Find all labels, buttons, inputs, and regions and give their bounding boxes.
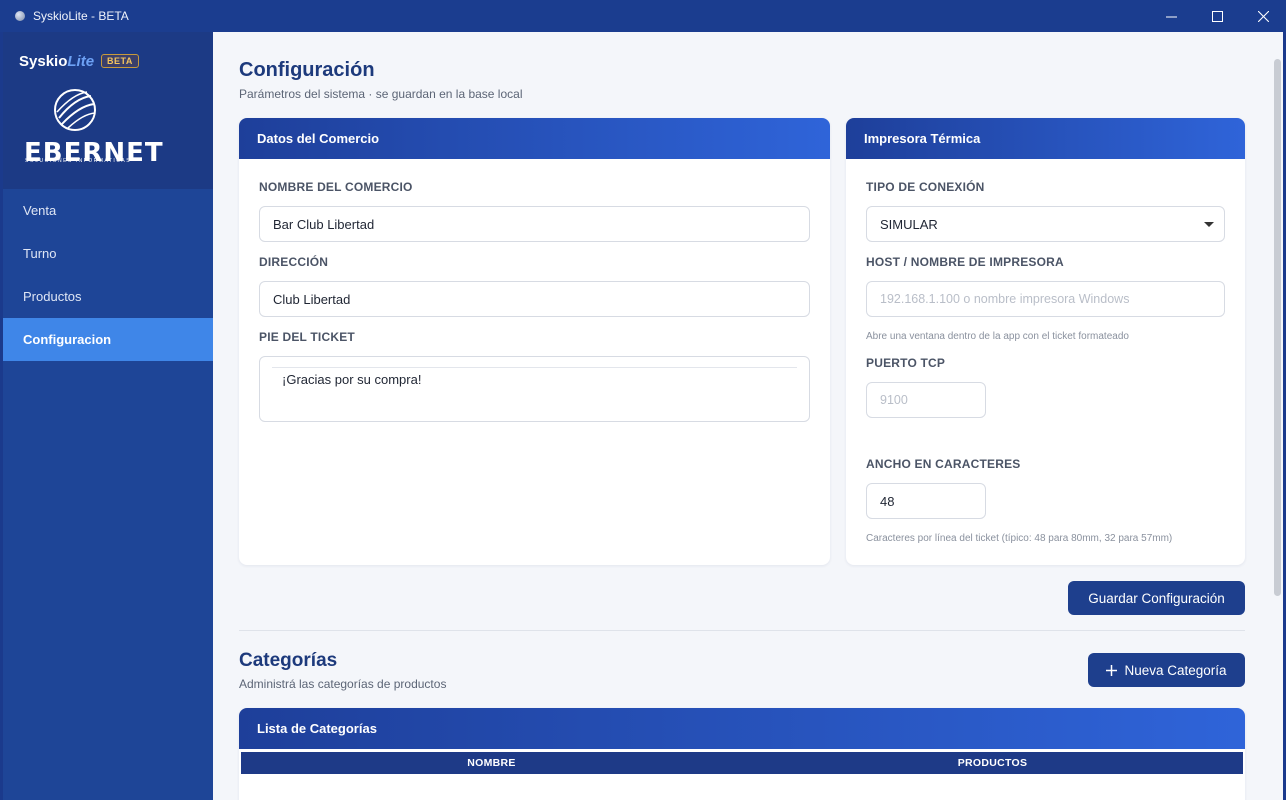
new-category-button[interactable]: Nueva Categoría bbox=[1088, 653, 1245, 687]
ticket-footer-text: ¡Gracias por su compra! bbox=[282, 372, 422, 387]
page-title: Configuración bbox=[239, 59, 375, 81]
host-label: HOST / NOMBRE DE IMPRESORA bbox=[866, 255, 1064, 269]
minimize-button[interactable] bbox=[1148, 0, 1194, 32]
window-title: SyskioLite - BETA bbox=[33, 9, 129, 23]
store-name-input[interactable]: Bar Club Libertad bbox=[259, 206, 810, 242]
plus-icon bbox=[1106, 664, 1118, 676]
page-subtitle: Parámetros del sistema · se guardan en l… bbox=[239, 87, 523, 101]
brand-primary: Syskio bbox=[19, 53, 68, 70]
new-category-label: Nueva Categoría bbox=[1124, 662, 1227, 678]
categories-list-title: Lista de Categorías bbox=[239, 708, 1245, 749]
brand-name: SyskioLite bbox=[19, 53, 94, 70]
categories-table-header: NOMBRE PRODUCTOS bbox=[241, 752, 1243, 774]
categories-subtitle: Administrá las categorías de productos bbox=[239, 677, 447, 691]
beta-badge: BETA bbox=[101, 54, 139, 68]
maximize-icon bbox=[1211, 10, 1223, 22]
section-divider bbox=[239, 630, 1245, 631]
host-input[interactable]: 192.168.1.100 o nombre impresora Windows bbox=[866, 281, 1225, 317]
column-header-productos[interactable]: PRODUCTOS bbox=[742, 752, 1243, 774]
scrollbar[interactable] bbox=[1274, 59, 1281, 596]
printer-card-title: Impresora Térmica bbox=[846, 118, 1245, 159]
connection-type-select[interactable]: SIMULAR bbox=[866, 206, 1225, 242]
connection-type-value: SIMULAR bbox=[880, 216, 938, 232]
store-card: Datos del Comercio NOMBRE DEL COMERCIO B… bbox=[239, 118, 830, 565]
tcp-port-input[interactable]: 9100 bbox=[866, 382, 986, 418]
sidebar-item-configuracion[interactable]: Configuracion bbox=[3, 318, 213, 361]
char-width-label: ANCHO EN CARACTERES bbox=[866, 457, 1021, 471]
address-label: DIRECCIÓN bbox=[259, 255, 329, 269]
store-name-label: NOMBRE DEL COMERCIO bbox=[259, 180, 413, 194]
close-icon bbox=[1257, 10, 1269, 22]
ticket-footer-textarea[interactable]: ¡Gracias por su compra! bbox=[259, 356, 810, 422]
window-controls bbox=[1148, 0, 1286, 32]
close-button[interactable] bbox=[1240, 0, 1286, 32]
tcp-port-label: PUERTO TCP bbox=[866, 356, 946, 370]
char-width-hint: Caracteres por línea del ticket (típico:… bbox=[866, 533, 1173, 544]
caret-down-icon bbox=[1204, 222, 1214, 227]
main-content: Configuración Parámetros del sistema · s… bbox=[213, 32, 1283, 800]
address-input[interactable]: Club Libertad bbox=[259, 281, 810, 317]
ticket-footer-label: PIE DEL TICKET bbox=[259, 330, 355, 344]
app-icon bbox=[15, 11, 25, 21]
sidebar-item-venta[interactable]: Venta bbox=[3, 189, 213, 232]
connection-type-label: TIPO DE CONEXIÓN bbox=[866, 180, 985, 194]
window-titlebar: SyskioLite - BETA bbox=[0, 0, 1286, 32]
brand-area: SyskioLite BETA EBERNET SOLUCIONES INFOR… bbox=[3, 32, 213, 189]
save-config-button[interactable]: Guardar Configuración bbox=[1068, 581, 1245, 615]
printer-card: Impresora Térmica TIPO DE CONEXIÓN SIMUL… bbox=[846, 118, 1245, 565]
column-header-nombre[interactable]: NOMBRE bbox=[241, 752, 742, 774]
brand-secondary: Lite bbox=[67, 53, 95, 70]
categories-title: Categorías bbox=[239, 650, 338, 671]
store-card-title: Datos del Comercio bbox=[239, 118, 830, 159]
sidebar-item-turno[interactable]: Turno bbox=[3, 232, 213, 275]
host-hint: Abre una ventana dentro de la app con el… bbox=[866, 331, 1129, 342]
logo-subtext: SOLUCIONES INFORMATICAS bbox=[25, 158, 132, 164]
maximize-button[interactable] bbox=[1194, 0, 1240, 32]
globe-logo-icon bbox=[54, 89, 96, 131]
textarea-line bbox=[272, 367, 797, 368]
sidebar-item-productos[interactable]: Productos bbox=[3, 275, 213, 318]
char-width-input[interactable]: 48 bbox=[866, 483, 986, 519]
minimize-icon bbox=[1165, 16, 1177, 17]
sidebar-nav: Venta Turno Productos Configuracion bbox=[3, 189, 213, 361]
sidebar: SyskioLite BETA EBERNET SOLUCIONES INFOR… bbox=[3, 32, 213, 800]
